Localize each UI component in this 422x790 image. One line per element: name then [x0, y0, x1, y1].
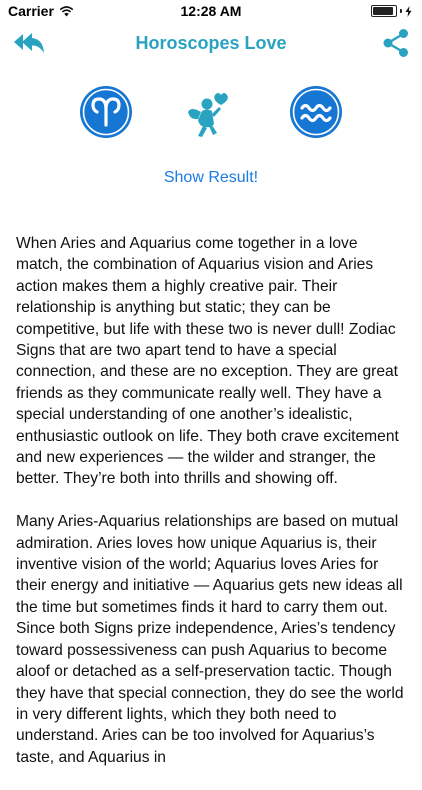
navigation-bar: Horoscopes Love: [0, 22, 422, 66]
cupid-icon: [185, 91, 235, 141]
share-icon: [383, 29, 408, 57]
charging-bolt-icon: [405, 5, 412, 17]
horoscope-paragraph: Many Aries-Aquarius relationships are ba…: [16, 513, 404, 766]
battery-fill: [373, 7, 393, 15]
aries-sign-button[interactable]: [79, 85, 133, 139]
horoscope-text: When Aries and Aquarius come together in…: [16, 233, 404, 790]
aries-icon: [80, 86, 132, 138]
show-result-button[interactable]: Show Result!: [0, 169, 422, 187]
status-bar: Carrier 12:28 AM: [0, 0, 422, 22]
aquarius-icon: [290, 86, 342, 138]
page-title: Horoscopes Love: [135, 33, 287, 53]
aquarius-sign-button[interactable]: [289, 85, 343, 139]
share-button[interactable]: [382, 28, 410, 58]
status-right: [371, 5, 412, 17]
horoscope-paragraph: When Aries and Aquarius come together in…: [16, 235, 399, 488]
battery-icon: [371, 5, 397, 17]
sign-selector-row: [0, 85, 422, 165]
status-time: 12:28 AM: [180, 3, 242, 19]
battery-cap: [400, 9, 402, 13]
